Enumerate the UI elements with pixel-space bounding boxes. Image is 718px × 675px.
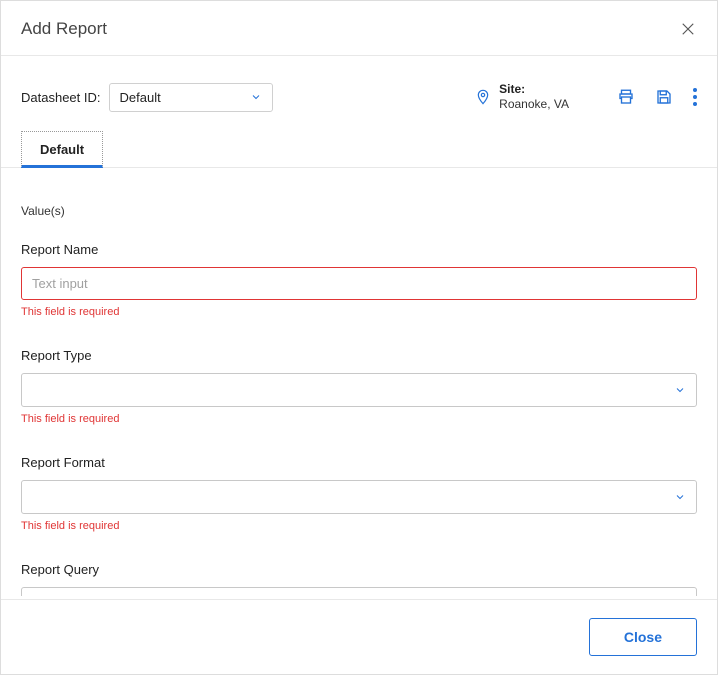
tab-default[interactable]: Default <box>21 131 103 168</box>
save-icon[interactable] <box>655 88 673 106</box>
chevron-down-icon <box>250 91 262 103</box>
report-type-label: Report Type <box>21 348 697 363</box>
report-name-input[interactable] <box>21 267 697 300</box>
chevron-down-icon <box>674 384 686 396</box>
print-icon[interactable] <box>617 88 635 106</box>
datasheet-id-label: Datasheet ID: <box>21 90 101 105</box>
location-pin-icon <box>475 89 491 105</box>
site-label: Site: <box>499 82 569 97</box>
report-query-select[interactable] <box>21 587 697 596</box>
site-info: Site: Roanoke, VA <box>475 82 569 112</box>
report-format-error: This field is required <box>21 520 697 532</box>
report-name-error: This field is required <box>21 306 697 318</box>
report-type-select[interactable] <box>21 373 697 407</box>
values-section-label: Value(s) <box>21 204 697 218</box>
report-format-label: Report Format <box>21 455 697 470</box>
kebab-menu-icon[interactable] <box>693 88 697 106</box>
site-value: Roanoke, VA <box>499 97 569 112</box>
chevron-down-icon <box>674 491 686 503</box>
close-icon[interactable] <box>679 20 697 38</box>
page-title: Add Report <box>21 19 107 39</box>
close-button[interactable]: Close <box>589 618 697 656</box>
report-query-label: Report Query <box>21 562 697 577</box>
report-name-label: Report Name <box>21 242 697 257</box>
datasheet-id-select[interactable]: Default <box>109 83 273 112</box>
report-format-select[interactable] <box>21 480 697 514</box>
datasheet-id-value: Default <box>120 90 161 105</box>
report-type-error: This field is required <box>21 413 697 425</box>
